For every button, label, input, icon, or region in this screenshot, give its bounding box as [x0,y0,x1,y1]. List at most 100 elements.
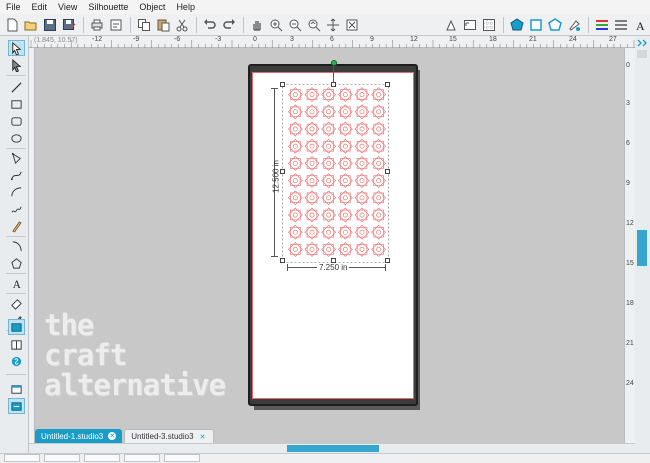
ruler-label: 12 [626,220,634,227]
toolbar-divider [83,16,84,33]
eraser-icon[interactable] [8,295,25,311]
resize-handle-top-left[interactable] [280,82,285,87]
cut-icon[interactable] [173,16,190,33]
zoom-fit-icon[interactable] [324,16,341,33]
grid-icon[interactable] [480,16,497,33]
menu-view[interactable]: View [58,2,77,12]
menu-edit[interactable]: Edit [32,2,48,12]
arc-tool-icon[interactable] [8,238,25,254]
tab-untitled-3[interactable]: Untitled-3.studio3 ✕ [124,429,214,443]
svg-text:A: A [13,279,21,290]
ruler-label: 0 [253,36,257,43]
new-icon[interactable] [3,16,20,33]
status-field [44,454,80,462]
print-icon[interactable] [88,16,105,33]
open-icon[interactable] [22,16,39,33]
height-dimension-cap [271,88,278,89]
resize-handle-right[interactable] [385,169,390,174]
right-ruler: 0 3 6 9 12 15 18 21 24 [624,48,635,443]
save-icon[interactable] [41,16,58,33]
transform-icon[interactable] [546,16,563,33]
menu-file[interactable]: File [6,2,21,12]
text-icon[interactable]: A [8,275,25,291]
store-icon[interactable] [8,353,25,369]
tool-palette: A [0,36,29,463]
zoom-drag-icon[interactable] [305,16,322,33]
watermark-line: the [44,308,94,342]
zoom-out-icon[interactable] [286,16,303,33]
toolbar-divider [130,16,131,33]
status-field [124,454,160,462]
cut-settings-icon[interactable] [107,16,124,33]
fit-page-icon[interactable] [343,16,360,33]
copy-icon[interactable] [135,16,152,33]
page-setup-icon[interactable] [442,16,459,33]
ruler-label: -9 [133,36,140,43]
rotate-handle-stem [333,66,334,82]
resize-handle-bottom-left[interactable] [280,258,285,263]
rounded-rect-icon[interactable] [8,113,25,129]
curve-icon[interactable] [8,167,25,183]
double-chevron-icon[interactable] [636,38,650,48]
toolbar-divider [243,16,244,33]
ruler-label: 18 [489,36,497,43]
align-icon[interactable] [508,16,525,33]
ruler-label: 9 [370,36,374,43]
palette-divider [6,293,26,294]
horizontal-scrollbar-thumb[interactable] [287,445,379,452]
palette-divider [6,148,26,149]
ruler-label: 15 [449,36,457,43]
resize-handle-bottom-right[interactable] [385,258,390,263]
ellipse-icon[interactable] [8,130,25,146]
tab-label: Untitled-3.studio3 [131,432,194,441]
rectangle-icon[interactable] [8,96,25,112]
replicate-icon[interactable] [527,16,544,33]
height-dimension-cap [271,256,278,257]
close-icon[interactable]: ✕ [199,433,207,441]
freehand-icon[interactable] [8,201,25,217]
tab-untitled-1[interactable]: Untitled-1.studio3 ✕ [35,429,123,443]
paste-icon[interactable] [154,16,171,33]
palette-divider [6,75,26,76]
menu-silhouette[interactable]: Silhouette [88,2,128,12]
menu-help[interactable]: Help [176,2,195,12]
regular-polygon-icon[interactable] [8,255,25,271]
line-style-icon[interactable] [612,16,629,33]
edit-points-icon[interactable] [8,57,25,73]
ruler-label: 21 [529,36,537,43]
smooth-freehand-icon[interactable] [8,218,25,234]
send-icon[interactable] [8,398,25,414]
resize-handle-top-right[interactable] [385,82,390,87]
registration-icon[interactable] [461,16,478,33]
status-field [164,454,200,462]
width-dimension-label: 7.250 in [317,263,350,272]
cut-view-icon[interactable] [8,381,25,397]
fill-color-icon[interactable] [565,16,582,33]
toolbar-divider [503,16,504,33]
width-dimension-cap [287,264,288,271]
text-style-icon[interactable]: A [631,16,648,33]
line-icon[interactable] [8,79,25,95]
menu-object[interactable]: Object [139,2,165,12]
tab-label: Untitled-1.studio3 [41,431,104,441]
polygon-icon[interactable] [8,150,25,166]
close-icon[interactable]: ✕ [108,432,117,440]
rotate-handle[interactable] [331,60,337,66]
resize-handle-left[interactable] [280,169,285,174]
scroll-up-button[interactable] [637,50,647,58]
ruler-label: 0 [626,62,630,69]
library-icon[interactable] [8,336,25,352]
save-as-icon[interactable] [60,16,77,33]
zoom-in-icon[interactable] [267,16,284,33]
undo-icon[interactable] [201,16,218,33]
redo-icon[interactable] [220,16,237,33]
vertical-scrollbar-thumb[interactable] [637,230,647,266]
ruler-label: 21 [626,340,634,347]
resize-handle-top[interactable] [331,82,336,87]
line-color-icon[interactable] [593,16,610,33]
arc-icon[interactable] [8,184,25,200]
select-icon[interactable] [8,40,25,56]
pan-icon[interactable] [248,16,265,33]
design-view-icon[interactable] [8,319,25,335]
watermark-line: alternative [44,368,226,402]
